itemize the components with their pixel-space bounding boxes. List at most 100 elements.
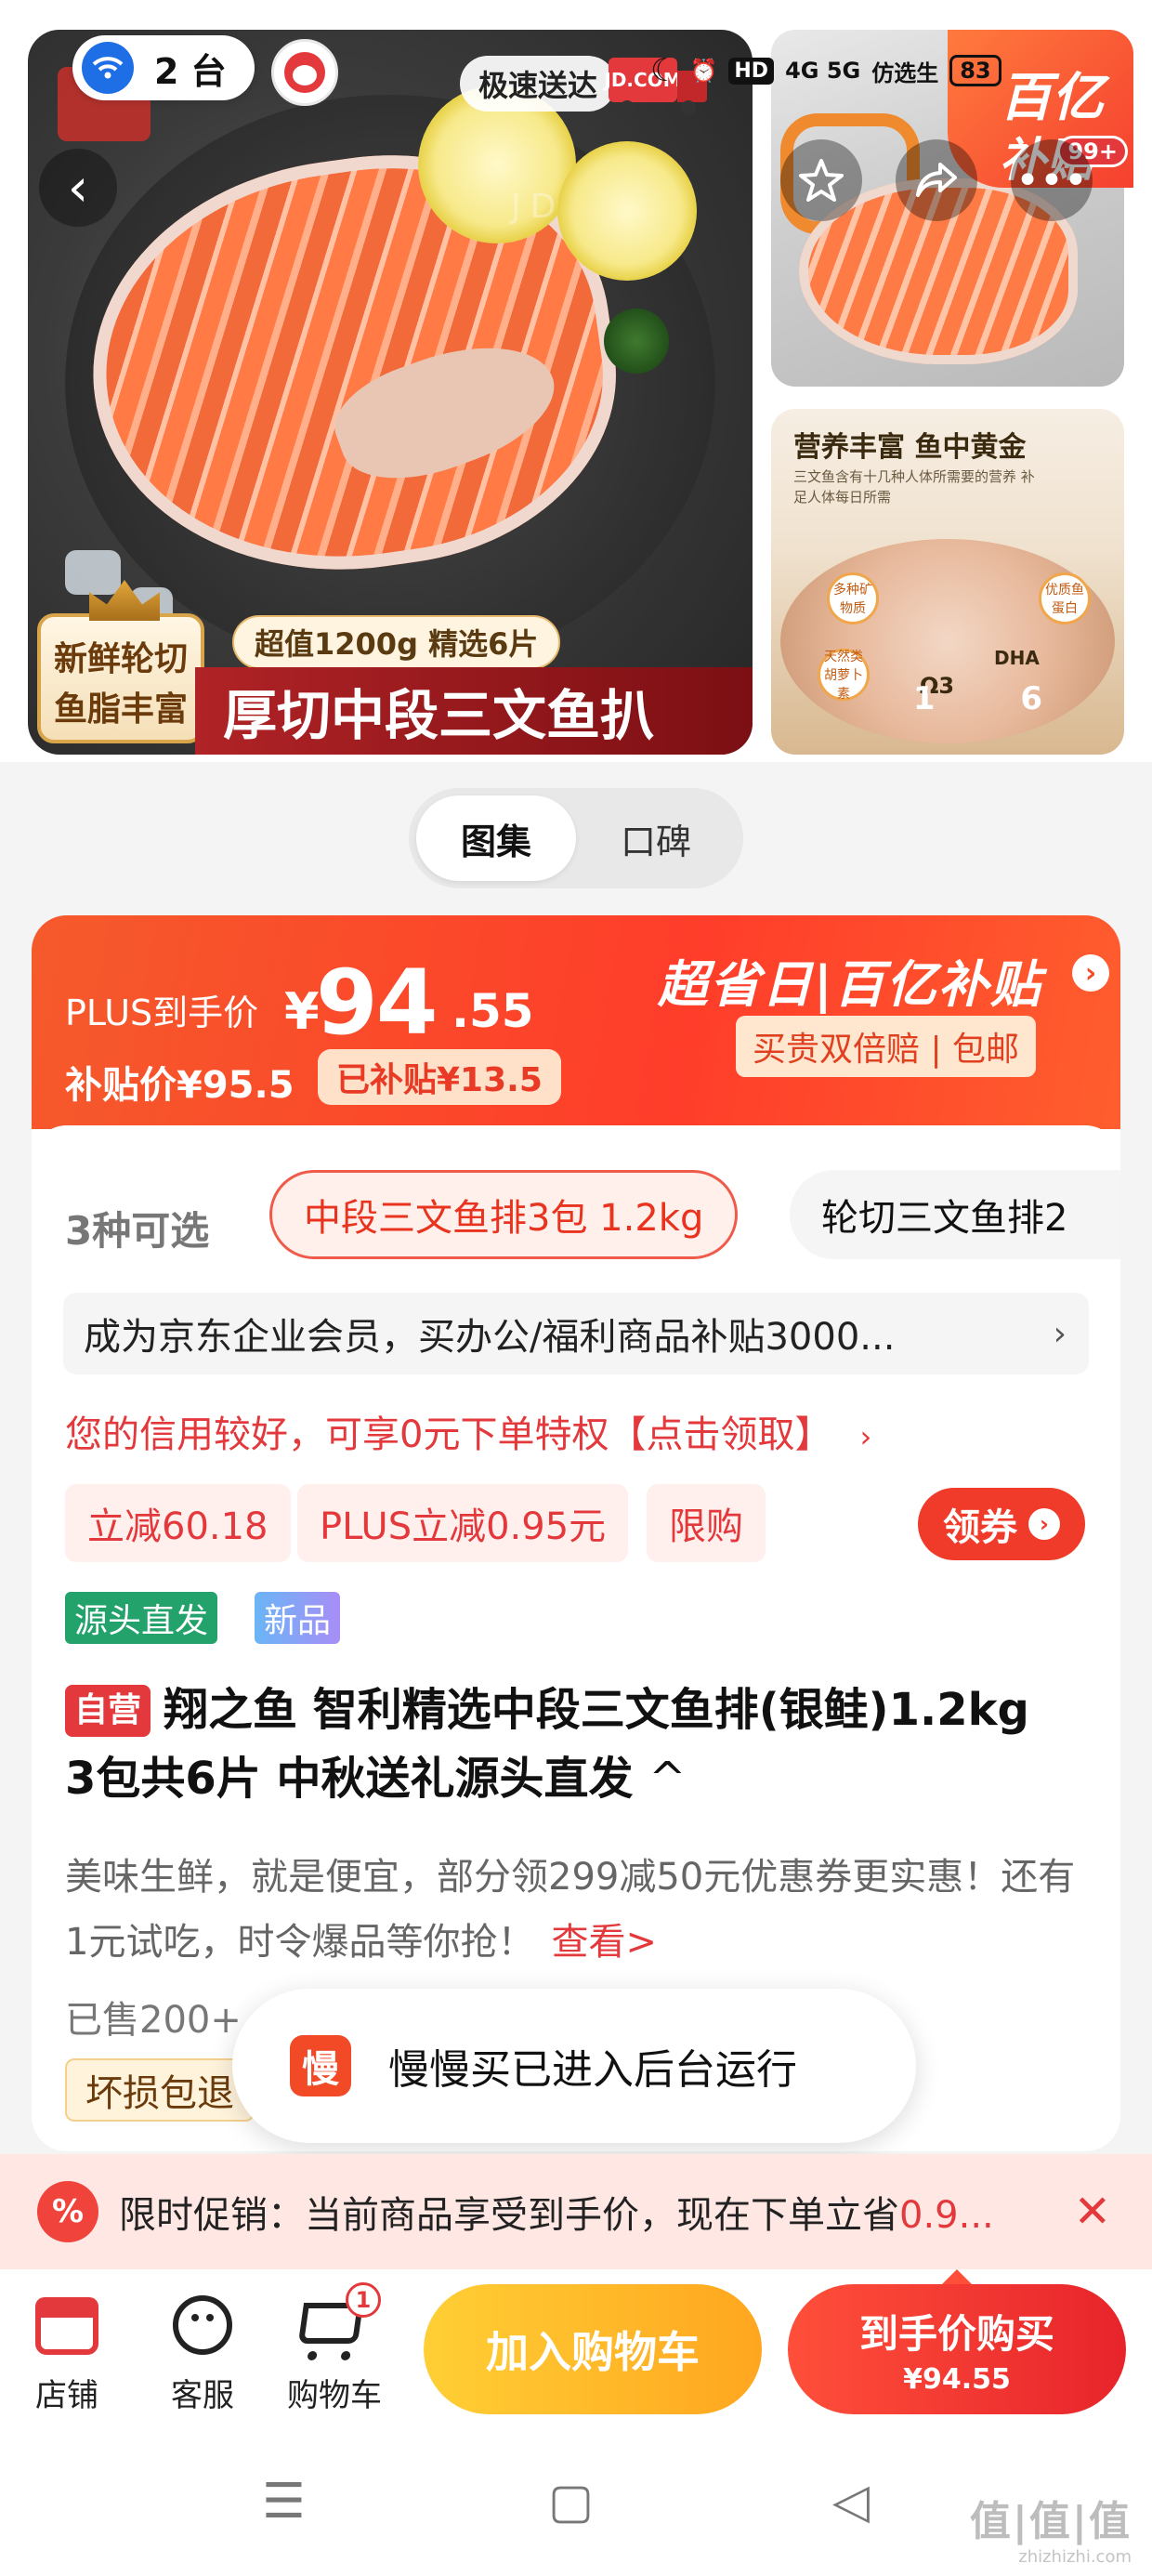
tab-gallery[interactable]: 图集 [416,795,576,881]
discount-icon: % [37,2181,98,2242]
home-icon[interactable]: ▢ [548,2474,594,2530]
nutrition-bubble: 天然类胡萝卜素 [818,649,870,702]
cart-count-badge: 1 [346,2282,381,2318]
add-to-cart-button[interactable]: 加入购物车 [424,2284,762,2414]
product-title-text: 翔之鱼 智利精选中段三文鱼排(银鲑)1.2kg 3包共6片 中秋送礼源头直发 [65,1684,1029,1805]
image-watermark: JD [511,188,566,226]
view-more-link[interactable]: 查看> [551,1921,657,1964]
claim-label: 领券 [943,1506,1017,1549]
herb-graphic [604,309,669,374]
thumbnail-image-2[interactable]: 营养丰富 鱼中黄金 三文鱼含有十几种人体所需要的营养 补足人体每日所需 多种矿物… [771,409,1124,755]
nav-label: 购物车 [287,2377,382,2414]
chevron-right-icon[interactable]: › [1072,954,1109,992]
image-counter: 1 6 [912,680,1080,717]
image-title-banner: 厚切中段三文鱼扒 [195,667,753,755]
site-watermark: 值|值|值 zhizhizhi.com [970,2488,1132,2567]
background-running-toast: 慢 慢慢买已进入后台运行 [232,1989,916,2143]
bottom-action-bar: 店铺 客服 1 购物车 加入购物车 到手价购买 ¥94.55 [0,2269,1152,2437]
device-status-pill[interactable]: 2 台 [72,35,255,100]
chevron-right-icon: › [1053,1314,1067,1353]
value-tag: 超值1200g 精选6片 [232,615,561,669]
fresh-cut-badge: 新鲜轮切 鱼脂丰富 [37,580,204,743]
plus-price-label: PLUS到手价 [65,992,259,1033]
gallery-review-tabs: 图集 口碑 [409,788,743,888]
badge-line2: 鱼脂丰富 [53,690,188,729]
damage-refund-tag: 坏损包退 [65,2058,255,2122]
watermark-logo: 值|值|值 [969,2498,1132,2545]
price-header: PLUS到手价 ¥ 94 .55 补贴价¥95.5 已补贴¥13.5 超省日|百… [32,915,1120,1129]
favorite-button[interactable] [780,139,862,221]
share-button[interactable] [896,139,977,221]
system-status-icons: ☾ ⏰ HD 4G 5G 仿选生 83 [650,52,1001,89]
device-count: 2 台 [154,50,227,92]
fast-delivery-tag: 极速送达 [460,56,617,112]
nutrition-text: 三文鱼含有十几种人体所需要的营养 补足人体每日所需 [793,468,1035,506]
customer-service-icon [173,2295,232,2355]
subsidized-amount-tag: 已补贴¥13.5 [318,1049,561,1105]
coupon-tag[interactable]: 立减60.18 [65,1484,291,1562]
promo-highlight: 0.9... [899,2194,994,2237]
back-button[interactable]: ‹ [39,149,117,227]
promo-guarantee: 买贵双倍赔 | 包邮 [736,1016,1037,1077]
watermark-url: zhizhizhi.com [1018,2547,1132,2567]
shop-icon [35,2297,98,2355]
battery-icon: 83 [949,55,1001,86]
more-options-button[interactable]: ••• [1011,139,1093,221]
back-icon[interactable]: ◁ [832,2474,870,2530]
nutrition-heading: 营养丰富 鱼中黄金 [793,431,1027,464]
enterprise-member-row[interactable]: 成为京东企业会员，买办公/福利商品补贴3000... › [63,1293,1089,1374]
nav-label: 客服 [171,2377,234,2414]
product-title[interactable]: 自营 翔之鱼 智利精选中段三文鱼排(银鲑)1.2kg 3包共6片 中秋送礼源头直发… [65,1676,1068,1813]
wifi-icon [82,42,134,94]
option-chip[interactable]: 轮切三文鱼排2 [790,1170,1120,1259]
nav-label: 店铺 [35,2377,98,2414]
credit-privilege-link[interactable]: 您的信用较好，可享0元下单特权【点击领取】 › [65,1404,871,1458]
nav-customer-service[interactable]: 客服 [147,2288,258,2415]
self-operated-tag: 自营 [65,1685,151,1737]
product-description: 美味生鲜，就是便宜，部分领299减50元优惠券更实惠！还有1元试吃，时令爆品等你… [65,1845,1087,1975]
nav-shop[interactable]: 店铺 [11,2288,123,2415]
plus-price-integer: 94 [316,951,439,1055]
enterprise-member-text: 成为京东企业会员，买办公/福利商品补贴3000... [84,1316,896,1359]
option-chip-selected[interactable]: 中段三文鱼排3包 1.2kg [269,1170,739,1259]
dha-label: DHA [994,647,1040,669]
buy-button-caret [942,2269,972,2284]
close-icon[interactable]: ✕ [1074,2186,1111,2238]
jd-mascot-icon[interactable] [271,39,338,106]
coupon-tag[interactable]: PLUS立减0.95元 [297,1484,629,1562]
network-indicator: 4G 5G [785,58,861,84]
product-gallery: JD 营养丰富 鱼中黄金 三文鱼含有十几种人体所需要的营养 补足人体每日所需 多… [0,0,1152,762]
tab-reviews[interactable]: 口碑 [576,795,736,881]
chevron-right-icon: › [1028,1508,1060,1540]
product-info-card: PLUS到手价 ¥ 94 .55 补贴价¥95.5 已补贴¥13.5 超省日|百… [32,915,1120,2151]
promo-text: 限时促销：当前商品享受到手价，现在下单立省0.9... [119,2185,994,2239]
buy-label: 到手价购买 [858,2311,1054,2357]
alarm-icon: ⏰ [689,58,718,84]
buy-now-button[interactable]: 到手价购买 ¥94.55 [788,2284,1126,2414]
subsidy-price: 补贴价¥95.5 [65,1064,295,1107]
limited-promo-banner[interactable]: % 限时促销：当前商品享受到手价，现在下单立省0.9... ✕ [0,2154,1152,2269]
chevron-up-icon[interactable]: ^ [648,1753,686,1805]
coupon-tag[interactable]: 限购 [647,1484,766,1562]
nutrition-bubble: 多种矿物质 [827,572,879,624]
currency-symbol: ¥ [284,982,320,1041]
credit-text: 您的信用较好，可享0元下单特权【点击领取】 [65,1413,832,1456]
plus-price-decimal: .55 [452,984,534,1038]
buy-price: ¥94.55 [903,2363,1011,2396]
hd-icon: HD [728,57,775,85]
ice-graphic [65,550,121,595]
badge-line1: 新鲜轮切 [53,640,188,678]
system-navigation-bar: ☰ ▢ ◁ 值|值|值 zhizhizhi.com [0,2437,1152,2576]
chevron-right-icon: › [859,1419,872,1454]
subsidy-badge-line1: 百亿 [1000,68,1104,128]
nutrition-bubble: 优质鱼蛋白 [1039,572,1091,624]
lemon-slice-graphic [557,141,697,281]
promo-title-link[interactable]: 超省日|百亿补贴 [658,943,1042,1017]
option-count[interactable]: 3种可选 [65,1200,209,1256]
menu-icon[interactable]: ☰ [262,2474,306,2530]
moon-icon: ☾ [650,52,679,89]
toast-message: 慢慢买已进入后台运行 [388,2046,797,2094]
claim-coupon-button[interactable]: 领券 › [918,1488,1085,1560]
source-direct-tag: 源头直发 [65,1592,218,1644]
nav-cart[interactable]: 1 购物车 [279,2282,390,2415]
